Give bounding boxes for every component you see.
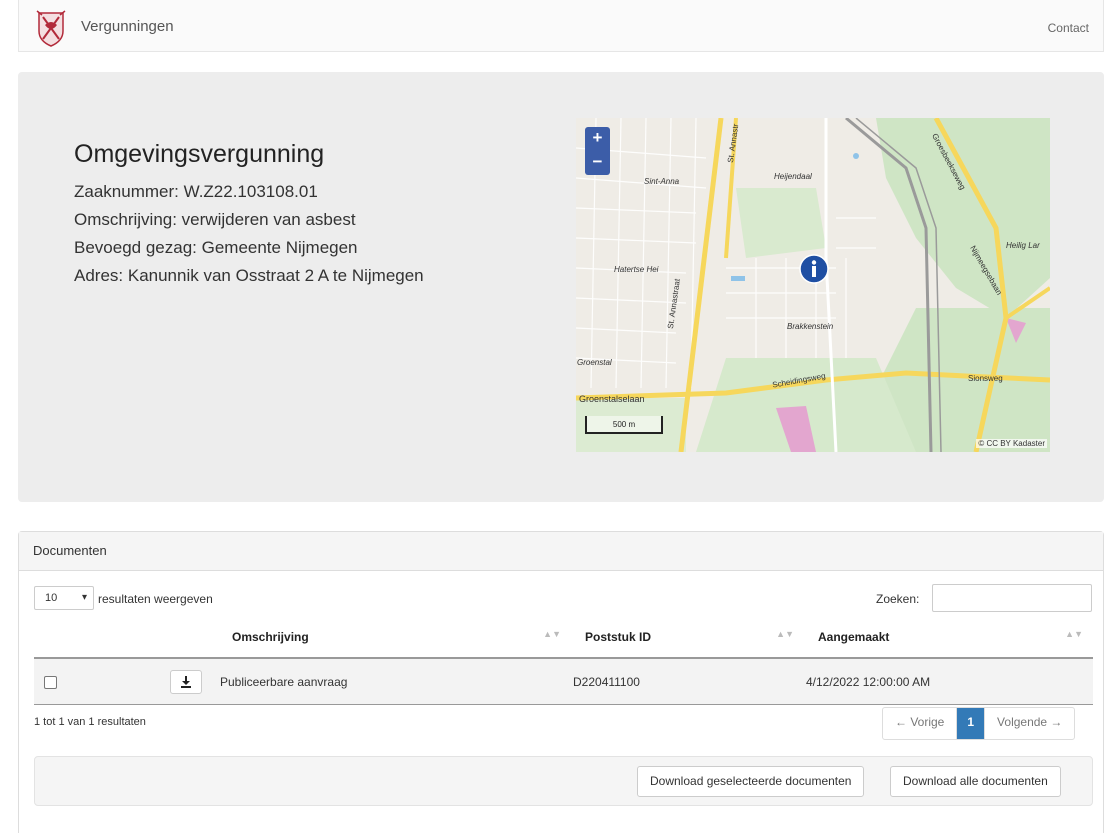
row-checkbox[interactable] <box>44 675 57 689</box>
prev-page-button[interactable]: ← Vorige <box>883 708 958 739</box>
map-scale-bar: 500 m <box>585 416 663 434</box>
column-aangemaakt[interactable]: Aangemaakt ▲▼ <box>804 617 1093 659</box>
download-document-button[interactable] <box>170 669 202 694</box>
zoom-in-button[interactable]: + <box>585 127 610 151</box>
row-omschrijving: Publiceerbare aanvraag <box>218 658 571 705</box>
map-label-groenstalselaan: Groenstalselaan <box>579 394 645 404</box>
map-tiles <box>576 118 1050 452</box>
map-label-sionsweg: Sionsweg <box>968 374 1003 383</box>
pagination: ← Vorige 1 Volgende → <box>882 707 1076 740</box>
documents-table: Omschrijving ▲▼ Poststuk ID ▲▼ Aangemaak… <box>34 617 1093 705</box>
brand-title[interactable]: Vergunningen <box>81 18 174 35</box>
next-page-button[interactable]: Volgende → <box>984 708 1074 739</box>
map-label-sint-anna: Sint-Anna <box>644 177 680 186</box>
map-zoom-control: + − <box>585 127 610 175</box>
download-selected-button[interactable]: Download geselecteerde documenten <box>637 766 865 797</box>
map-label-groenstal: Groenstal <box>577 358 612 367</box>
table-header-row: Omschrijving ▲▼ Poststuk ID ▲▼ Aangemaak… <box>34 617 1093 659</box>
row-poststuk-id: D220411100 <box>571 658 804 705</box>
select-column-header <box>34 617 96 659</box>
sort-icon: ▲▼ <box>776 629 794 639</box>
case-address: Adres: Kanunnik van Osstraat 2 A te Nijm… <box>74 266 424 285</box>
case-description: Omschrijving: verwijderen van asbest <box>74 210 356 229</box>
documents-heading: Documenten <box>19 532 1103 571</box>
nijmegen-logo[interactable] <box>35 9 67 47</box>
column-aangemaakt-label: Aangemaakt <box>818 630 890 644</box>
map-label-brakkenstein: Brakkenstein <box>787 322 834 331</box>
chevron-down-icon: ▾ <box>81 592 87 603</box>
case-number: Zaaknummer: W.Z22.103108.01 <box>74 182 318 201</box>
zoom-out-button[interactable]: − <box>585 151 610 175</box>
map-label-heijendaal: Heijendaal <box>774 172 812 181</box>
search-label: Zoeken: <box>876 592 920 606</box>
row-select-cell <box>34 658 96 705</box>
table-row: Publiceerbare aanvraag D220411100 4/12/2… <box>34 658 1093 705</box>
competent-authority: Bevoegd gezag: Gemeente Nijmegen <box>74 238 358 257</box>
download-actions: Download geselecteerde documenten Downlo… <box>34 756 1093 806</box>
download-icon <box>181 676 191 689</box>
sort-icon: ▲▼ <box>1065 629 1083 639</box>
sort-icon: ▲▼ <box>543 629 561 639</box>
contact-link[interactable]: Contact <box>1048 21 1089 35</box>
page-title: Omgevingsvergunning <box>74 140 325 168</box>
column-omschrijving-label: Omschrijving <box>232 630 309 644</box>
column-poststuk-id-label: Poststuk ID <box>585 630 652 644</box>
current-page-button[interactable]: 1 <box>957 708 985 739</box>
column-poststuk-id[interactable]: Poststuk ID ▲▼ <box>571 617 804 659</box>
page-length-select[interactable]: 10 ▾ <box>34 586 94 610</box>
map-attribution: © CC BY Kadaster <box>976 439 1047 448</box>
map-label-heilig-land: Heilig Lar <box>1006 241 1040 250</box>
case-summary-panel: Omgevingsvergunning Zaaknummer: W.Z22.10… <box>18 72 1104 502</box>
table-info: 1 tot 1 van 1 resultaten <box>34 716 146 728</box>
info-marker-icon[interactable] <box>799 254 829 284</box>
page-length-label: resultaten weergeven <box>98 592 213 606</box>
top-navbar: Vergunningen Contact <box>18 0 1104 52</box>
row-aangemaakt: 4/12/2022 12:00:00 AM <box>804 658 1093 705</box>
download-all-button[interactable]: Download alle documenten <box>890 766 1061 797</box>
column-omschrijving[interactable]: Omschrijving ▲▼ <box>218 617 571 659</box>
search-input[interactable] <box>932 584 1092 612</box>
download-column-header <box>96 617 218 659</box>
map-label-hatertse-hei: Hatertse Hei <box>614 265 659 274</box>
documents-panel: Documenten 10 ▾ resultaten weergeven Zoe… <box>18 531 1104 833</box>
location-map[interactable]: Sint-Anna Heijendaal Heilig Lar Hatertse… <box>576 118 1050 452</box>
row-download-cell <box>96 658 218 705</box>
page-length-value: 10 <box>45 592 58 604</box>
